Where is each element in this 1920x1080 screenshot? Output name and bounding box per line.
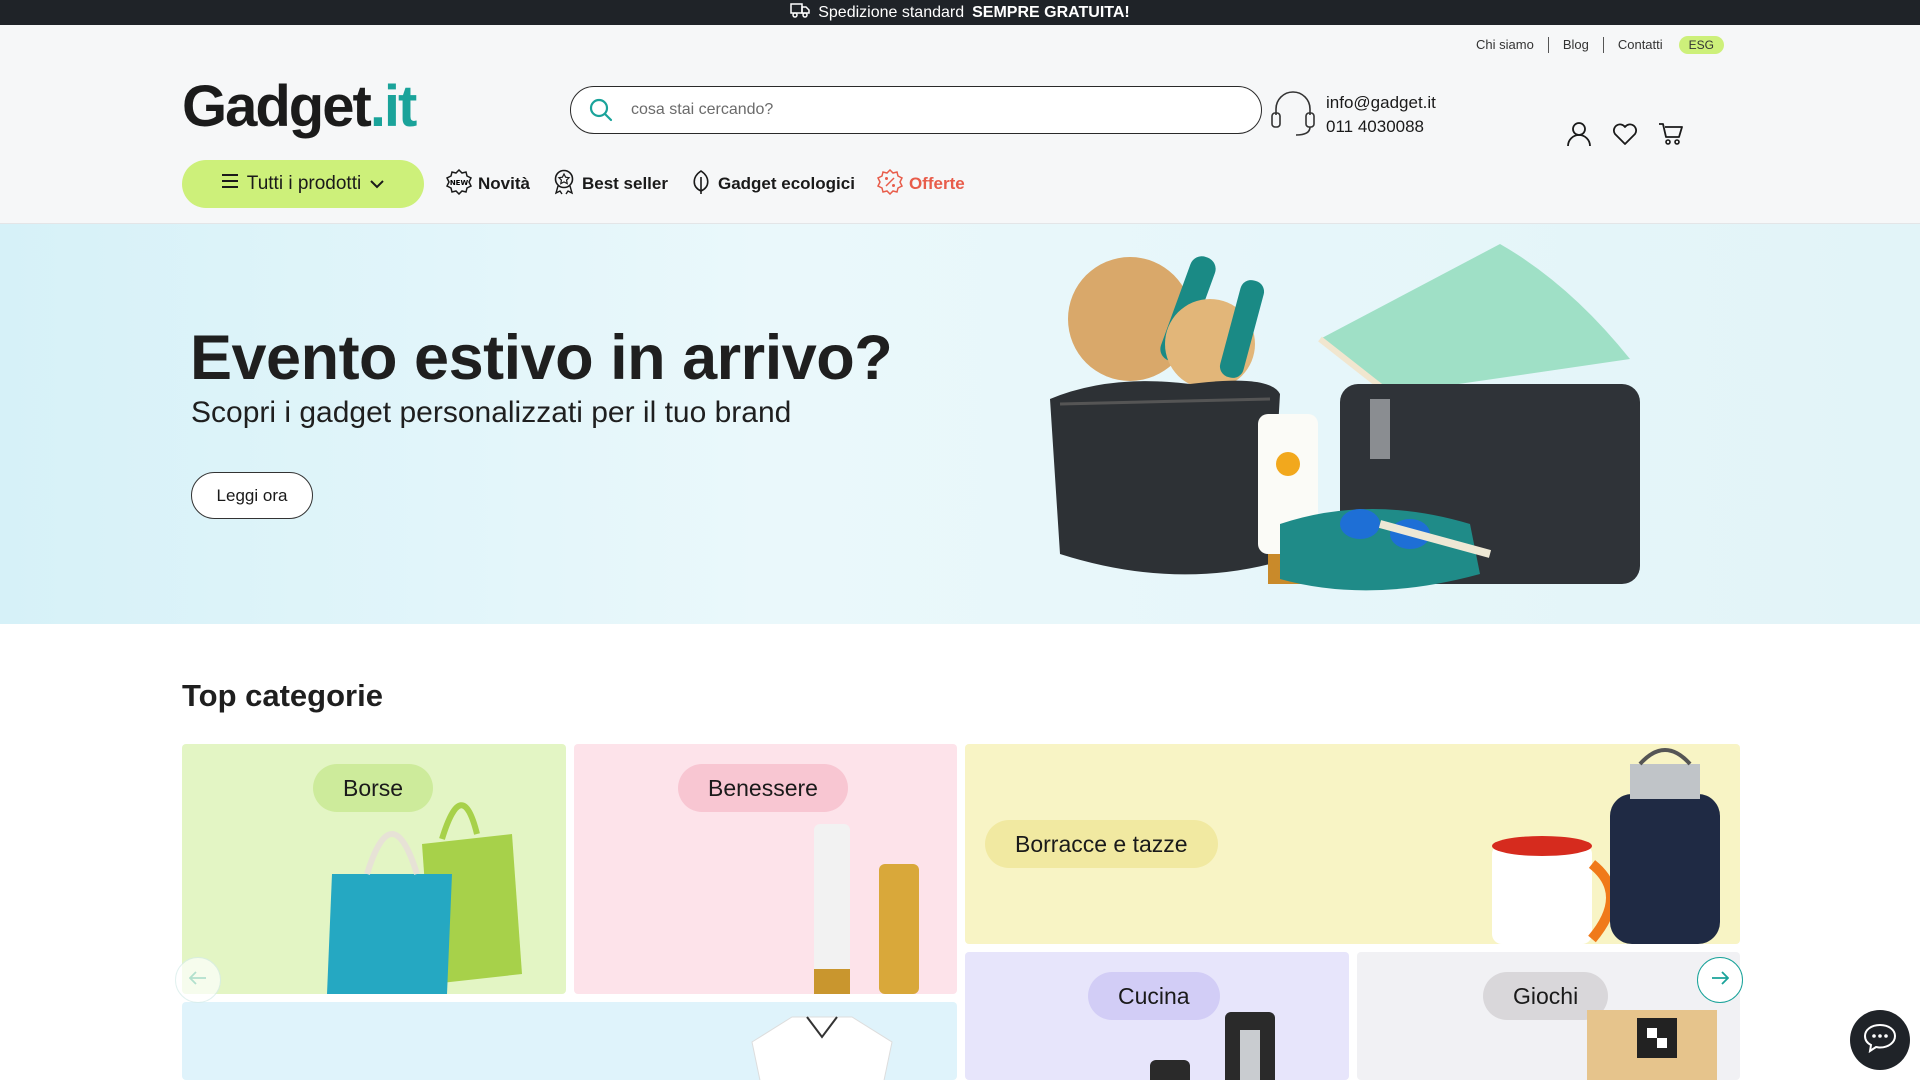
category-card-cucina[interactable]: Cucina: [965, 952, 1349, 1080]
all-products-button[interactable]: Tutti i prodotti: [182, 160, 424, 208]
utility-links: Chi siamo Blog Contatti ESG: [1462, 36, 1724, 54]
new-badge-icon: NEW: [445, 168, 473, 200]
all-products-label: Tutti i prodotti: [246, 173, 362, 194]
nav-label-best-seller: Best seller: [581, 174, 668, 193]
contact-phone[interactable]: 011 4030088: [1326, 115, 1436, 139]
carousel-prev-button[interactable]: [175, 957, 221, 1003]
search-icon[interactable]: [571, 98, 631, 122]
contact-link[interactable]: Contatti: [1604, 37, 1677, 53]
truck-icon: [790, 2, 810, 23]
bags-image: [327, 802, 522, 994]
about-link[interactable]: Chi siamo: [1462, 37, 1549, 53]
leaf-icon: [690, 169, 712, 200]
category-card-giochi[interactable]: Giochi: [1357, 952, 1740, 1080]
contact-email[interactable]: info@gadget.it: [1326, 91, 1436, 115]
header-actions: [1566, 121, 1684, 147]
chat-button[interactable]: [1850, 1010, 1910, 1070]
hero-product-image: [1050, 244, 1640, 591]
hero-title: Evento estivo in arrivo?: [190, 323, 893, 393]
svg-text:NEW: NEW: [450, 179, 469, 187]
search-input[interactable]: [631, 101, 1231, 119]
chevron-down-icon: [369, 173, 385, 195]
category-card-borracce-e-tazze[interactable]: Borracce e tazze: [965, 744, 1740, 944]
site-header: Chi siamo Blog Contatti ESG Gadget.it in…: [0, 25, 1920, 224]
cart-icon[interactable]: [1658, 121, 1684, 147]
logo-suffix: .it: [369, 74, 418, 139]
lip-balm-image: [814, 824, 919, 994]
nav-label-novita: Novità: [478, 174, 530, 193]
section-title-top-categories: Top categorie: [182, 678, 383, 713]
menu-icon: [221, 173, 239, 195]
site-logo[interactable]: Gadget.it: [182, 73, 418, 140]
board-games-image: [1587, 1010, 1717, 1080]
nav-item-novita[interactable]: NEW Novità: [445, 168, 530, 200]
arrow-left-icon: [188, 970, 207, 990]
category-card-abbigliamento[interactable]: [182, 1002, 957, 1080]
carousel-next-button[interactable]: [1697, 957, 1743, 1003]
shipping-highlight: SEMPRE GRATUITA!: [972, 3, 1130, 21]
user-icon[interactable]: [1566, 121, 1592, 147]
bottle-mug-image: [1492, 748, 1720, 944]
category-label-borracce-e-tazze: Borracce e tazze: [985, 820, 1218, 868]
blog-link[interactable]: Blog: [1549, 37, 1604, 53]
headset-icon: [1270, 87, 1316, 142]
category-card-borse[interactable]: Borse: [182, 744, 566, 994]
shipping-text: Spedizione standard: [818, 3, 965, 21]
discount-icon: [876, 168, 903, 200]
contact-block: info@gadget.it 011 4030088: [1270, 87, 1436, 142]
category-card-benessere[interactable]: Benessere: [574, 744, 957, 994]
hero-subtitle: Scopri i gadget personalizzati per il tu…: [191, 396, 792, 429]
nav-label-gadget-ecologici: Gadget ecologici: [717, 174, 855, 193]
polo-shirt-image: [751, 1016, 893, 1080]
search-bar: [570, 86, 1262, 134]
nav-item-best-seller[interactable]: Best seller: [552, 169, 668, 200]
hero-banner: Evento estivo in arrivo? Scopri i gadget…: [0, 224, 1920, 624]
chat-bubble-icon: [1863, 1023, 1897, 1058]
nav-item-offerte[interactable]: Offerte: [876, 168, 965, 200]
nav-label-offerte: Offerte: [908, 174, 965, 193]
main-nav: Tutti i prodotti NEW Novità Best seller …: [182, 160, 965, 208]
esg-badge[interactable]: ESG: [1678, 36, 1724, 54]
nav-item-gadget-ecologici[interactable]: Gadget ecologici: [690, 169, 855, 200]
award-icon: [552, 169, 576, 200]
logo-main: Gadget: [182, 74, 372, 139]
hero-read-button[interactable]: Leggi ora: [191, 472, 313, 519]
kitchen-image: [1150, 1012, 1275, 1080]
arrow-right-icon: [1711, 970, 1730, 990]
wishlist-heart-icon[interactable]: [1612, 121, 1638, 147]
shipping-banner: Spedizione standard SEMPRE GRATUITA!: [0, 0, 1920, 25]
